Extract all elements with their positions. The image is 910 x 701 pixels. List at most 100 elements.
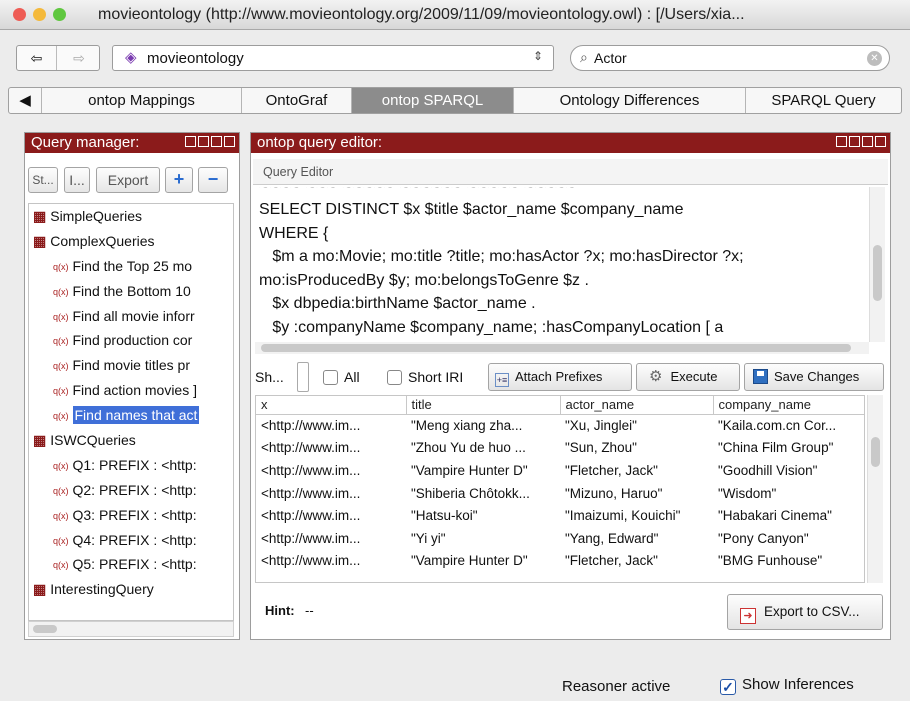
active-ontology-select[interactable]: ◈ movieontology ⇕ [112,45,554,71]
query-group[interactable]: ▦ ComplexQueries [29,229,233,254]
remove-query-button[interactable]: − [198,167,228,193]
table-cell: "Xu, Jinglei" [565,418,637,434]
table-cell: "Sun, Zhou" [565,440,637,456]
query-item[interactable]: q(x) Q2: PREFIX : <http: [29,478,233,503]
search-field[interactable]: ⌕ Actor ✕ [570,45,890,71]
editor-view-controls-icon[interactable] [836,136,886,150]
query-label: Find the Top 25 mo [72,257,193,274]
add-query-button[interactable]: + [165,167,193,193]
save-changes-button[interactable]: Save Changes [744,363,884,391]
search-input[interactable]: Actor [594,50,627,66]
table-row[interactable]: <http://www.im... "Vampire Hunter D" "Flet… [256,459,864,482]
editor-vertical-scrollbar[interactable] [869,187,885,342]
column-header[interactable]: title [406,396,561,415]
editor-horizontal-scrollbar[interactable] [255,342,869,354]
query-item[interactable]: q(x) Find the Top 25 mo [29,254,233,279]
query-editor-panel: ontop query editor: Query Editor ~~~~ ~~… [250,132,891,640]
query-item[interactable]: q(x) Find all movie inforr [29,304,233,329]
query-group[interactable]: ▦ SimpleQueries [29,204,233,229]
table-row[interactable]: <http://www.im... "Meng xiang zha... "Xu, … [256,414,864,437]
query-item[interactable]: q(x) Q5: PREFIX : <http: [29,552,233,577]
table-row[interactable]: <http://www.im... "Hatsu-koi" "Imaizumi, K… [256,504,864,527]
clear-search-icon[interactable]: ✕ [867,51,882,66]
table-cell: "Yang, Edward" [565,530,659,546]
query-item[interactable]: q(x) Find names that act [29,403,233,428]
query-label: Q1: PREFIX : <http: [72,456,197,473]
table-cell: "Fletcher, Jack" [565,462,658,478]
execute-label: Execute [670,369,718,384]
table-cell: "Kaila.com.cn Cor... [718,418,837,434]
results-limit-input[interactable] [297,362,309,392]
updown-chevron-icon: ⇕ [532,49,543,63]
column-header[interactable]: actor_name [560,396,714,415]
short-iri-checkbox[interactable]: Short IRI [387,369,463,385]
query-icon: q(x) [53,560,69,571]
triangle-left-icon: ◀ [19,92,31,109]
table-cell: "China Film Group" [718,440,834,456]
query-icon: q(x) [53,311,69,322]
tab-ontograf[interactable]: OntoGraf [241,88,351,113]
query-item[interactable]: q(x) Q4: PREFIX : <http: [29,528,233,553]
query-label: Q5: PREFIX : <http: [72,556,197,573]
import-button[interactable]: I... [64,167,90,193]
all-checkbox[interactable]: All [323,369,360,385]
close-window-button[interactable] [13,8,26,21]
minimize-window-button[interactable] [33,8,46,21]
execute-button[interactable]: ⚙ Execute [636,363,740,391]
view-controls-icon[interactable] [185,136,235,150]
tab-ontology-differences[interactable]: Ontology Differences [513,88,745,113]
attach-prefixes-button[interactable]: +≡ Attach Prefixes [488,363,632,391]
checkmark-icon[interactable]: ✓ [720,679,736,695]
show-inferences-checkbox[interactable]: ✓ Show Inferences [720,676,854,695]
clipped-prefix-line: ~~~~ ~~~ ~~~~~ ~~~~~~ ~~~~~ ~~~~~ [259,187,576,196]
query-item[interactable]: q(x) Find action movies ] [29,378,233,403]
query-label: Q2: PREFIX : <http: [72,481,197,498]
column-header[interactable]: x [256,396,407,415]
query-label: Q4: PREFIX : <http: [72,531,197,548]
table-row[interactable]: <http://www.im... "Shiberia Chôtokk... "Mi… [256,482,864,505]
back-button[interactable]: ⇦ [17,46,57,70]
forward-button[interactable]: ⇨ [59,46,99,70]
query-group[interactable]: ▦ ISWCQueries [29,428,233,453]
table-row[interactable]: <http://www.im... "Yi yi" "Yang, Edward" "P… [256,527,864,550]
query-group[interactable]: ▦ InterestingQuery [29,577,233,602]
table-cell: "Zhou Yu de huo ... [411,440,526,456]
query-label: SimpleQueries [50,208,143,224]
query-line: SELECT DISTINCT $x $title $actor_name $c… [259,201,684,218]
zoom-window-button[interactable] [53,8,66,21]
column-header[interactable]: company_name [713,396,864,415]
query-editor-label: Query Editor [263,165,334,179]
show-results-label: Sh... [255,369,284,385]
tab-ontop-mappings[interactable]: ontop Mappings [41,88,241,113]
short-iri-checkbox-label: Short IRI [408,369,464,385]
sparql-query-text[interactable]: ~~~~ ~~~ ~~~~~ ~~~~~~ ~~~~~ ~~~~~ SELECT… [255,187,867,342]
query-item[interactable]: q(x) Q3: PREFIX : <http: [29,503,233,528]
table-cell: <http://www.im... [261,530,361,546]
start-button[interactable]: St... [28,167,58,193]
hint-value: -- [305,603,314,618]
table-cell: <http://www.im... [261,485,361,501]
query-group-icon: ▦ [33,232,47,249]
all-checkbox-box[interactable] [323,370,338,385]
query-label: Find movie titles pr [72,357,190,374]
query-icon: q(x) [53,485,69,496]
table-row[interactable]: <http://www.im... "Vampire Hunter D" "Flet… [256,550,864,573]
show-inferences-label: Show Inferences [742,676,854,693]
query-item[interactable]: q(x) Q1: PREFIX : <http: [29,453,233,478]
tree-horizontal-scrollbar[interactable] [28,621,234,637]
query-item[interactable]: q(x) Find the Bottom 10 [29,279,233,304]
table-row[interactable]: <http://www.im... "Zhou Yu de huo ... "Sun… [256,437,864,460]
table-cell: <http://www.im... [261,508,361,524]
export-csv-button[interactable]: ➜ Export to CSV... [727,594,883,630]
short-iri-checkbox-box[interactable] [387,370,402,385]
export-button[interactable]: Export [96,167,160,193]
search-icon: ⌕ [580,49,588,65]
tab-ontop-sparql[interactable]: ontop SPARQL [351,88,513,113]
prefix-icon: +≡ [495,373,509,387]
tab-scroll-left-button[interactable]: ◀ [9,88,41,113]
tab-sparql-query[interactable]: SPARQL Query [745,88,901,113]
results-vertical-scrollbar[interactable] [867,395,883,583]
query-item[interactable]: q(x) Find production cor [29,328,233,353]
query-item[interactable]: q(x) Find movie titles pr [29,353,233,378]
table-cell: <http://www.im... [261,418,361,434]
